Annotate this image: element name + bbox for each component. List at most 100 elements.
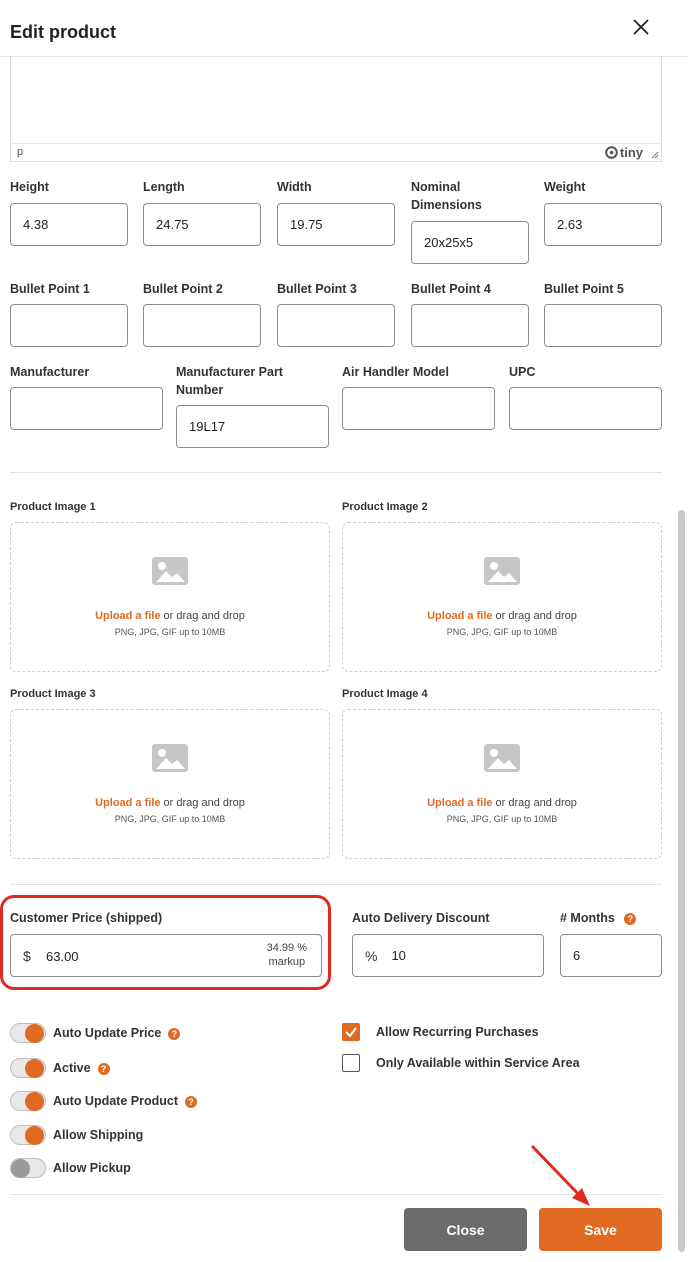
months-field[interactable]: 6 — [560, 934, 662, 977]
months-label-group: # Months ? — [560, 909, 637, 927]
upload-drag-text: or drag and drop — [160, 797, 245, 809]
width-field[interactable]: 19.75 — [277, 203, 395, 246]
length-field[interactable]: 24.75 — [143, 203, 261, 246]
bullet-point-3-label: Bullet Point 3 — [277, 282, 357, 296]
only-available-within-service-area-checkbox[interactable] — [342, 1054, 360, 1072]
auto-update-product-toggle[interactable] — [10, 1091, 46, 1111]
checkmark-icon — [345, 1027, 357, 1038]
markup-indicator: 34.99 % markup — [267, 941, 307, 969]
close-icon[interactable] — [630, 16, 652, 38]
toggle-knob — [25, 1059, 44, 1078]
modal-title: Edit product — [10, 22, 116, 42]
help-icon[interactable]: ? — [624, 912, 637, 925]
upload-file-link[interactable]: Upload a file — [95, 797, 160, 809]
product-image-3-dropzone[interactable]: Upload a file or drag and drop PNG, JPG,… — [10, 709, 330, 859]
active-toggle[interactable] — [10, 1058, 46, 1078]
upload-hint: PNG, JPG, GIF up to 10MB — [446, 814, 558, 824]
upload-drag-text: or drag and drop — [160, 610, 245, 622]
product-image-1-label: Product Image 1 — [10, 501, 96, 513]
upload-instructions: Upload a file or drag and drop — [11, 797, 329, 809]
upload-hint: PNG, JPG, GIF up to 10MB — [114, 814, 226, 824]
save-button[interactable]: Save — [539, 1208, 662, 1251]
air-handler-model-label: Air Handler Model — [342, 365, 449, 379]
product-image-2-dropzone[interactable]: Upload a file or drag and drop PNG, JPG,… — [342, 522, 662, 672]
only-available-within-service-area-label: Only Available within Service Area — [376, 1056, 580, 1070]
customer-price-field[interactable]: $ 63.00 34.99 % markup — [10, 934, 322, 977]
auto-update-product-label-group: Auto Update Product? — [53, 1094, 197, 1108]
auto-update-price-label-group: Auto Update Price? — [53, 1026, 181, 1040]
bullet-point-5-field[interactable] — [544, 304, 662, 347]
toggle-knob — [25, 1126, 44, 1145]
product-image-1-dropzone[interactable]: Upload a file or drag and drop PNG, JPG,… — [10, 522, 330, 672]
markup-word: markup — [268, 956, 306, 968]
upload-file-link[interactable]: Upload a file — [427, 797, 492, 809]
section-divider — [10, 472, 662, 473]
bullet-point-4-field[interactable] — [411, 304, 529, 347]
image-placeholder-icon — [152, 557, 188, 585]
help-icon[interactable]: ? — [97, 1062, 110, 1075]
auto-update-price-toggle[interactable] — [10, 1023, 46, 1043]
width-label: Width — [277, 180, 312, 194]
bullet-point-2-label: Bullet Point 2 — [143, 282, 223, 296]
tiny-logo[interactable]: tiny — [605, 145, 643, 160]
resize-handle-icon[interactable] — [651, 151, 659, 159]
upload-hint: PNG, JPG, GIF up to 10MB — [114, 627, 226, 637]
manufacturer-part-number-field[interactable]: 19L17 — [176, 405, 329, 448]
auto-delivery-discount-value: 10 — [391, 948, 406, 963]
height-label: Height — [10, 180, 49, 194]
description-editor[interactable]: p tiny — [10, 57, 662, 162]
help-icon[interactable]: ? — [168, 1027, 181, 1040]
customer-price-value: 63.00 — [46, 949, 79, 964]
section-divider — [10, 884, 662, 885]
editor-element-path[interactable]: p — [17, 146, 23, 158]
bullet-point-3-field[interactable] — [277, 304, 395, 347]
currency-symbol: $ — [23, 948, 31, 964]
allow-recurring-purchases-checkbox[interactable] — [342, 1023, 360, 1041]
bullet-point-2-field[interactable] — [143, 304, 261, 347]
upload-file-link[interactable]: Upload a file — [427, 610, 492, 622]
upload-drag-text: or drag and drop — [492, 610, 577, 622]
months-label: # Months — [560, 911, 615, 925]
allow-shipping-toggle[interactable] — [10, 1125, 46, 1145]
weight-field[interactable]: 2.63 — [544, 203, 662, 246]
close-button[interactable]: Close — [404, 1208, 527, 1251]
nominal-dimensions-field[interactable]: 20x25x5 — [411, 221, 529, 264]
weight-label: Weight — [544, 180, 586, 194]
toggle-knob — [11, 1159, 30, 1178]
manufacturer-label: Manufacturer — [10, 365, 90, 379]
toggle-knob — [25, 1092, 44, 1111]
product-image-3-label: Product Image 3 — [10, 688, 96, 700]
upload-hint: PNG, JPG, GIF up to 10MB — [446, 627, 558, 637]
manufacturer-part-number-label: Manufacturer Part Number — [176, 365, 283, 397]
product-image-4-dropzone[interactable]: Upload a file or drag and drop PNG, JPG,… — [342, 709, 662, 859]
bullet-point-1-label: Bullet Point 1 — [10, 282, 90, 296]
upload-instructions: Upload a file or drag and drop — [343, 797, 661, 809]
manufacturer-field[interactable] — [10, 387, 163, 430]
upload-instructions: Upload a file or drag and drop — [11, 610, 329, 622]
allow-recurring-purchases-label: Allow Recurring Purchases — [376, 1025, 539, 1039]
tiny-brand-text: tiny — [619, 145, 643, 160]
auto-update-product-label: Auto Update Product — [53, 1094, 178, 1108]
height-field[interactable]: 4.38 — [10, 203, 128, 246]
scrollbar[interactable] — [678, 510, 685, 1252]
allow-pickup-label: Allow Pickup — [53, 1161, 131, 1175]
modal-header: Edit product — [0, 0, 688, 57]
pointer-arrow-icon — [530, 1144, 590, 1206]
product-image-4-label: Product Image 4 — [342, 688, 428, 700]
allow-pickup-toggle[interactable] — [10, 1158, 46, 1178]
upc-field[interactable] — [509, 387, 662, 430]
upload-file-link[interactable]: Upload a file — [95, 610, 160, 622]
upload-instructions: Upload a file or drag and drop — [343, 610, 661, 622]
upc-label: UPC — [509, 365, 536, 379]
product-image-2-label: Product Image 2 — [342, 501, 428, 513]
bullet-point-1-field[interactable] — [10, 304, 128, 347]
bullet-point-5-label: Bullet Point 5 — [544, 282, 624, 296]
auto-delivery-discount-label: Auto Delivery Discount — [352, 911, 490, 925]
active-label-group: Active? — [53, 1061, 110, 1075]
upload-drag-text: or drag and drop — [492, 797, 577, 809]
auto-delivery-discount-field[interactable]: % 10 — [352, 934, 544, 977]
air-handler-model-field[interactable] — [342, 387, 495, 430]
toggle-knob — [25, 1024, 44, 1043]
help-icon[interactable]: ? — [185, 1095, 197, 1108]
customer-price-label: Customer Price (shipped) — [10, 911, 163, 925]
